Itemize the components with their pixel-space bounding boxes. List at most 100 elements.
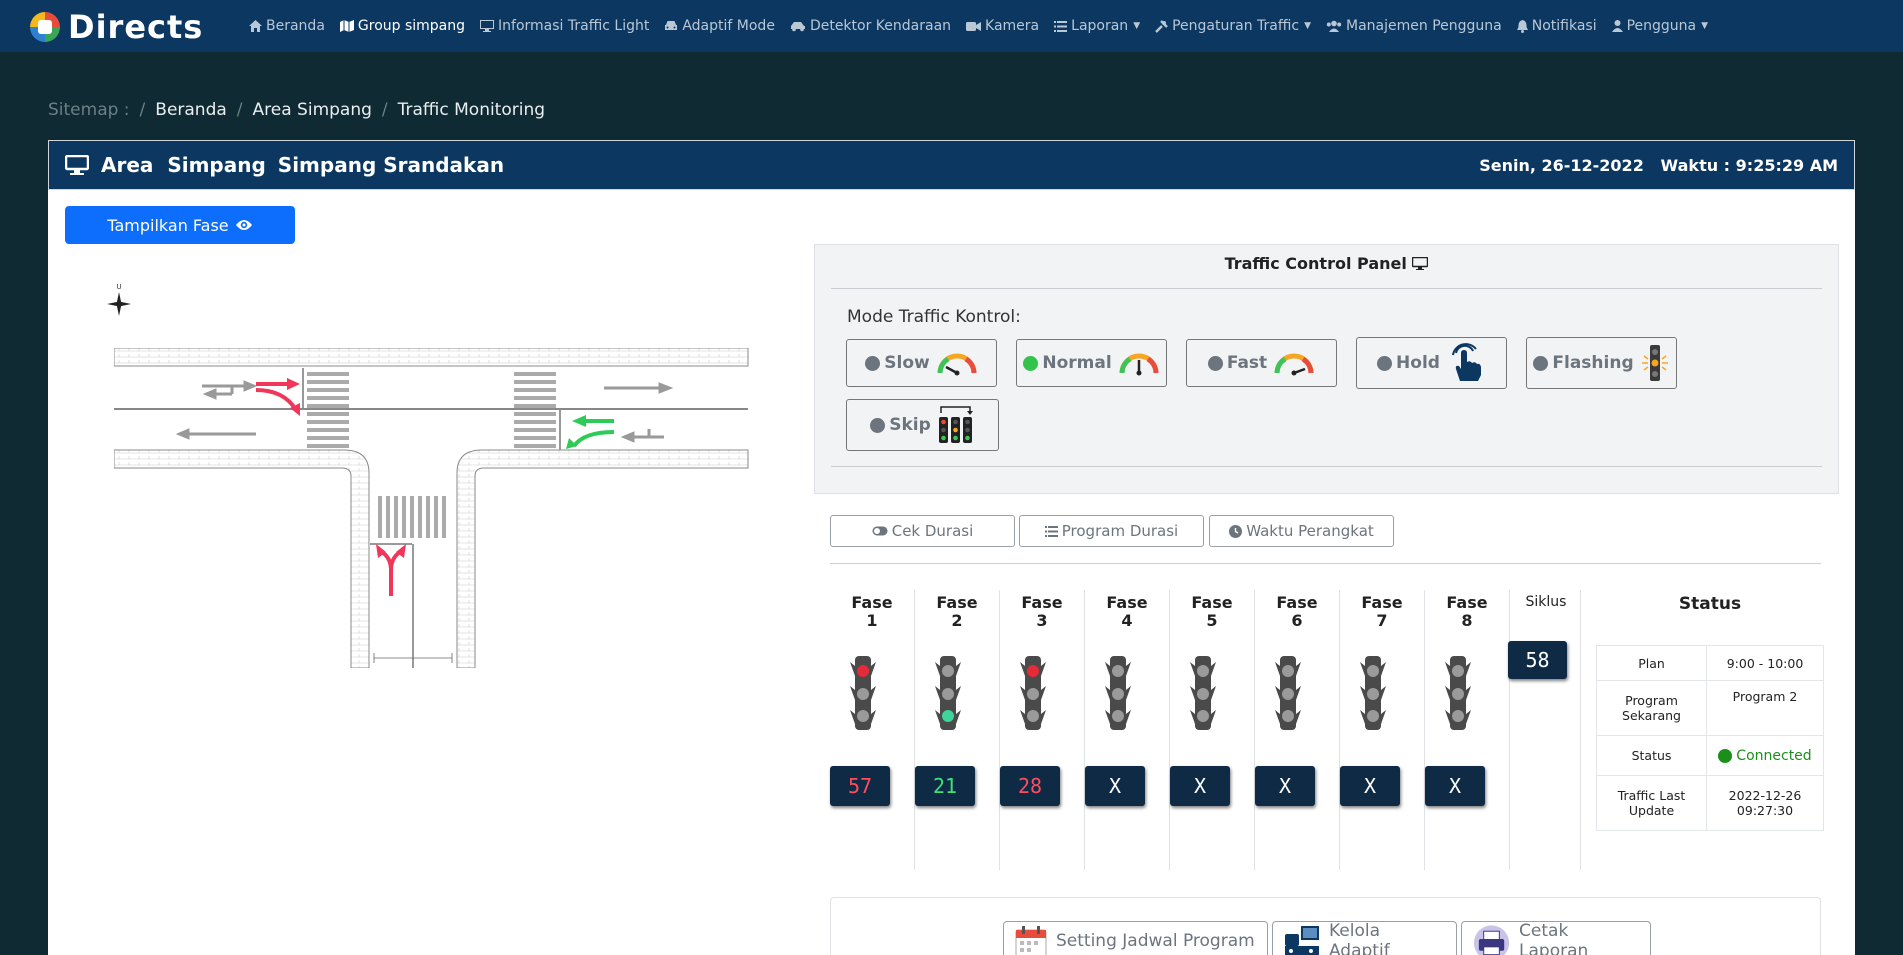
nav-label: Notifikasi	[1531, 18, 1597, 34]
phase-number: 7	[1376, 611, 1388, 630]
brand-logo[interactable]: Directs	[28, 8, 203, 46]
mode-flashing-button[interactable]: Flashing	[1526, 337, 1677, 389]
status-key: Traffic Last Update	[1596, 775, 1707, 831]
tab-label: Cek Durasi	[891, 522, 974, 540]
traffic-light-icon	[1275, 656, 1301, 730]
phase-counter: X	[1170, 766, 1230, 806]
title-name: Simpang Srandakan	[277, 153, 505, 177]
phase-counter: X	[1425, 766, 1485, 806]
tools-icon	[1155, 19, 1168, 33]
nav-label: Beranda	[266, 18, 325, 34]
phase-number: 4	[1121, 611, 1133, 630]
hand-pointer-icon	[1451, 343, 1481, 381]
mode-normal-button[interactable]: Normal	[1016, 339, 1167, 387]
nav-item-adaptif-mode[interactable]: Adaptif Mode	[664, 18, 775, 34]
traffic-manage-icon	[1284, 926, 1319, 955]
mode-label: Mode Traffic Kontrol:	[847, 307, 1021, 327]
phase-title: Fase 4	[1085, 594, 1169, 630]
breadcrumb-separator: /	[236, 100, 243, 120]
mode-fast-label: Fast	[1226, 353, 1268, 373]
status-key: Status	[1596, 735, 1707, 776]
action-label: Cetak Laporan	[1519, 921, 1589, 955]
nav-item-beranda[interactable]: Beranda	[249, 18, 325, 34]
calendar-icon	[1015, 926, 1047, 955]
mode-skip-label: Skip	[889, 415, 931, 435]
nav-item-group-simpang[interactable]: Group simpang	[339, 18, 466, 34]
nav-item-pengguna[interactable]: Pengguna ▼	[1611, 18, 1708, 34]
mode-indicator	[1023, 355, 1039, 371]
desktop-icon	[1412, 256, 1429, 270]
phase-column-8: Fase 8 X	[1425, 590, 1510, 870]
nav-label: Pengguna	[1626, 18, 1697, 34]
nav-item-manajemen-pengguna[interactable]: Manajemen Pengguna	[1326, 18, 1502, 34]
flashing-light-icon	[1641, 345, 1668, 381]
tab-waktu-perangkat[interactable]: Waktu Perangkat	[1209, 515, 1394, 547]
phase-label: Fase	[851, 593, 893, 612]
compass-icon: U	[107, 283, 131, 316]
nav-label: Adaptif Mode	[682, 18, 775, 34]
nav-label: Group simpang	[357, 18, 466, 34]
traffic-light-icon	[1190, 656, 1216, 730]
chevron-down-icon: ▼	[1133, 21, 1141, 31]
card-body: Tampilkan Fase U Traffic Control Panel M…	[48, 190, 1855, 955]
divider	[1580, 590, 1581, 870]
tab-program-durasi[interactable]: Program Durasi	[1019, 515, 1204, 547]
tab-label: Waktu Perangkat	[1246, 522, 1374, 540]
car-side-icon	[790, 22, 805, 32]
nav-item-notifikasi[interactable]: Notifikasi	[1516, 18, 1597, 34]
cycle-label: Siklus	[1525, 594, 1567, 610]
mode-hold-button[interactable]: Hold	[1356, 337, 1507, 389]
phase-label: Fase	[1276, 593, 1318, 612]
video-icon	[966, 21, 982, 31]
phase-column-3: Fase 3 28	[1000, 590, 1085, 870]
users-icon	[1326, 20, 1342, 32]
nav-item-informasi-traffic-light[interactable]: Informasi Traffic Light	[480, 18, 649, 34]
speedometer-slow-icon	[937, 353, 977, 376]
traffic-light-icon	[1105, 656, 1131, 730]
mode-indicator	[1533, 355, 1549, 371]
divider	[830, 563, 1821, 564]
phase-column-7: Fase 7 X	[1340, 590, 1425, 870]
printer-icon	[1473, 925, 1510, 955]
current-date: Senin, 26-12-2022	[1479, 155, 1644, 175]
nav-item-pengaturan-traffic[interactable]: Pengaturan Traffic ▼	[1155, 18, 1311, 34]
traffic-light-icon	[1360, 656, 1386, 730]
phase-counter: X	[1085, 766, 1145, 806]
cetak-laporan-button[interactable]: Cetak Laporan	[1461, 921, 1651, 955]
page-title: Area Simpang Simpang Srandakan	[65, 153, 504, 177]
traffic-light-icon	[1445, 656, 1471, 730]
traffic-lights-skip-icon	[938, 406, 973, 443]
nav-item-kamera[interactable]: Kamera	[966, 18, 1039, 34]
bell-icon	[1516, 19, 1528, 33]
status-key: Program Sekarang	[1596, 680, 1707, 736]
nav-item-laporan[interactable]: Laporan ▼	[1054, 18, 1140, 34]
traffic-control-panel: Traffic Control Panel Mode Traffic Kontr…	[814, 244, 1839, 494]
phase-column-6: Fase 6 X	[1255, 590, 1340, 870]
tab-cek-durasi[interactable]: Cek Durasi	[830, 515, 1015, 547]
mode-slow-button[interactable]: Slow	[846, 339, 997, 387]
show-phase-button[interactable]: Tampilkan Fase	[65, 206, 295, 244]
date-time: Senin, 26-12-2022 Waktu : 9:25:29 AM	[1479, 156, 1838, 175]
mode-skip-button[interactable]: Skip	[846, 399, 999, 451]
phase-number: 3	[1036, 611, 1048, 630]
kelola-adaptif-button[interactable]: Kelola Adaptif	[1272, 921, 1457, 955]
nav-item-detektor-kendaraan[interactable]: Detektor Kendaraan	[790, 18, 951, 34]
setting-jadwal-program-button[interactable]: Setting Jadwal Program	[1003, 921, 1268, 955]
breadcrumb-item-beranda[interactable]: Beranda	[155, 100, 227, 120]
phase-label: Fase	[1446, 593, 1488, 612]
phase-label: Fase	[1361, 593, 1403, 612]
table-row: Traffic Last Update 2022-12-26 09:27:30	[1596, 775, 1824, 831]
phase-counter: X	[1255, 766, 1315, 806]
nav-label: Laporan	[1071, 18, 1129, 34]
panel-title-text: Traffic Control Panel	[1224, 254, 1407, 273]
eye-icon	[235, 220, 252, 230]
action-label: Setting Jadwal Program	[1056, 931, 1255, 951]
mode-fast-button[interactable]: Fast	[1186, 339, 1337, 387]
status-value: 2022-12-26 09:27:30	[1706, 775, 1824, 831]
phase-title: Fase 6	[1255, 594, 1339, 630]
nav-label: Manajemen Pengguna	[1346, 18, 1502, 34]
intersection-map	[114, 348, 749, 668]
breadcrumb-item-area-simpang[interactable]: Area Simpang	[253, 100, 372, 120]
status-key: Plan	[1596, 645, 1707, 681]
mode-indicator	[1377, 355, 1393, 371]
